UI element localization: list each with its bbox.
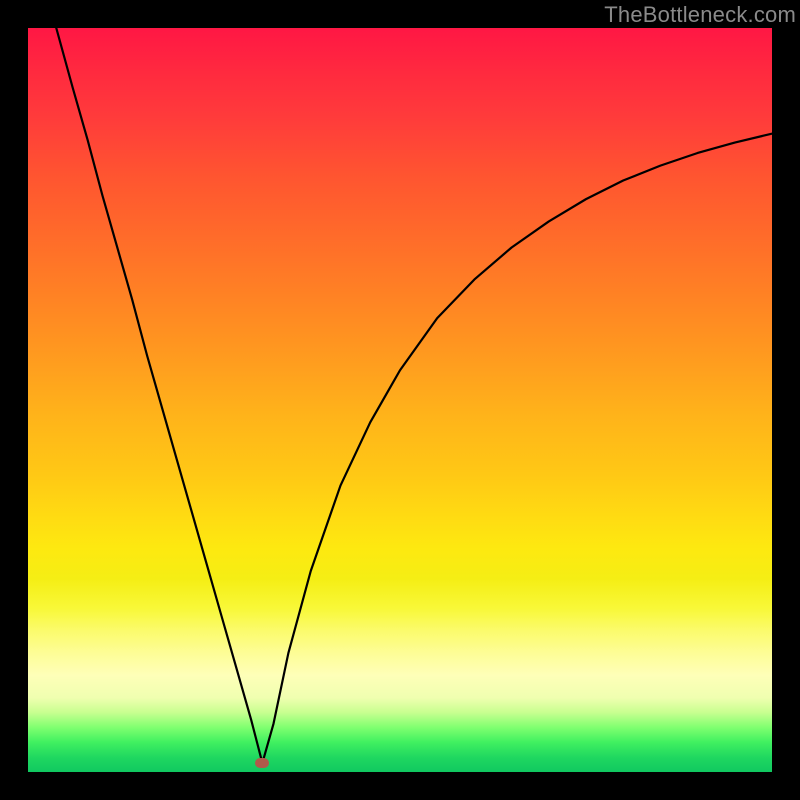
watermark-text: TheBottleneck.com (604, 2, 796, 28)
chart-gradient-background (28, 28, 772, 772)
